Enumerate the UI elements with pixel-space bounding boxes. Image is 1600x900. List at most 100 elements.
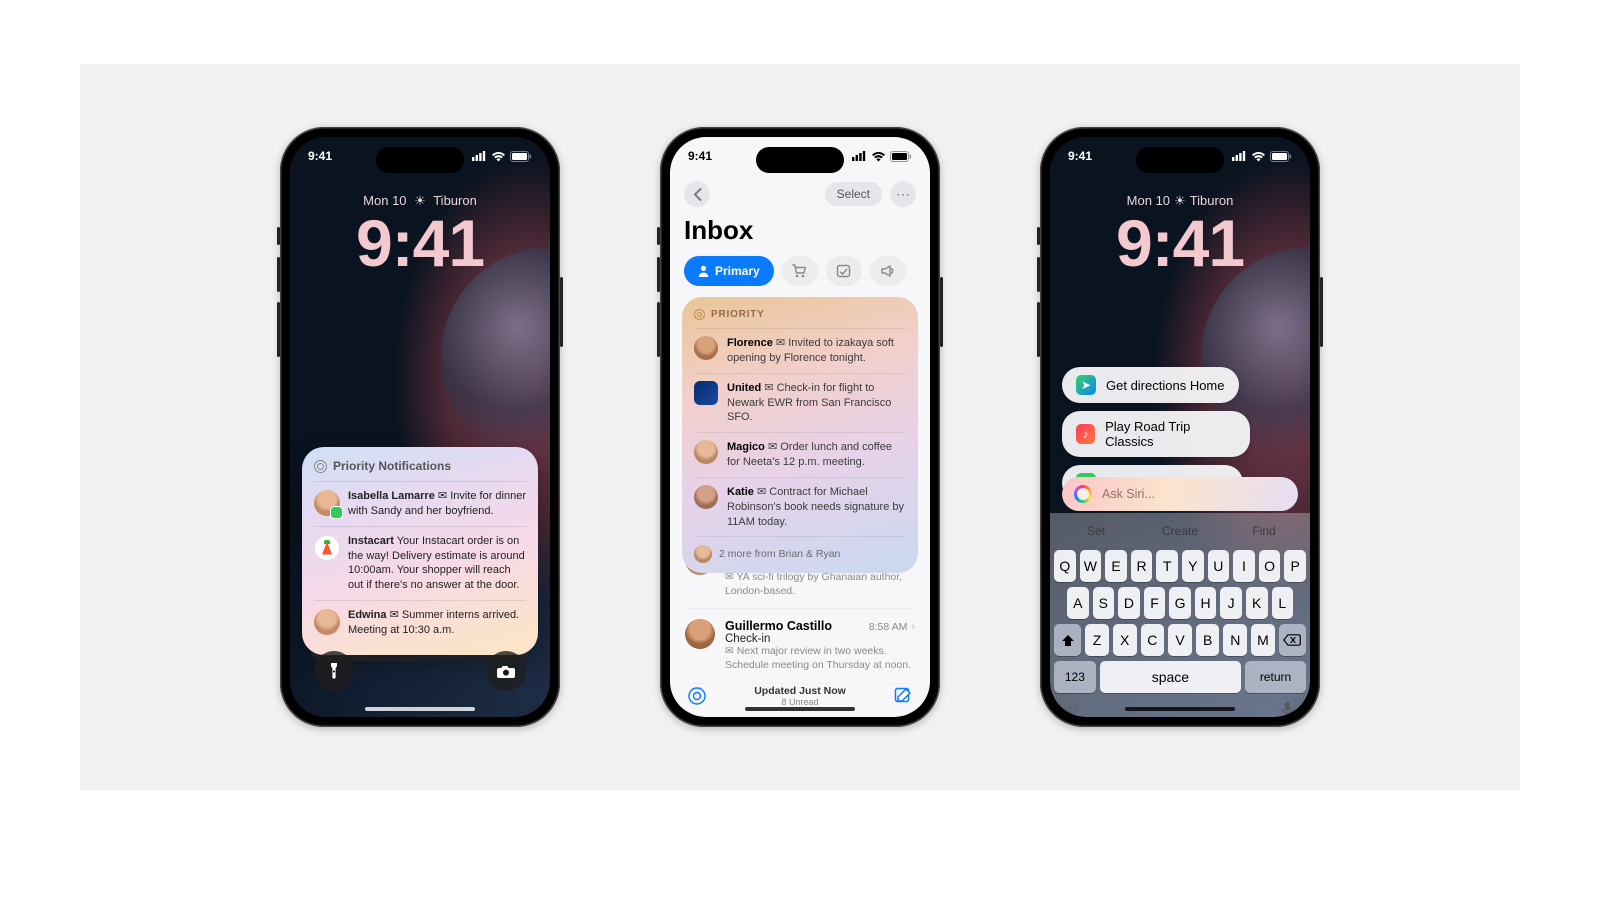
key-y[interactable]: Y: [1182, 550, 1204, 582]
kbd-suggestion[interactable]: Create: [1138, 517, 1222, 545]
tab-updates[interactable]: [826, 256, 862, 286]
avatar: [685, 619, 715, 649]
battery-icon: [510, 151, 532, 162]
key-n[interactable]: N: [1223, 624, 1247, 656]
avatar: [314, 609, 340, 635]
key-o[interactable]: O: [1259, 550, 1281, 582]
wifi-icon: [1251, 151, 1266, 162]
more-button[interactable]: ⋯: [890, 181, 916, 207]
key-f[interactable]: F: [1144, 587, 1166, 619]
home-indicator[interactable]: [1125, 707, 1235, 711]
key-u[interactable]: U: [1208, 550, 1230, 582]
priority-mail-row[interactable]: Florence ✉︎ Invited to izakaya soft open…: [694, 328, 906, 373]
priority-mail-row[interactable]: Magico ✉︎ Order lunch and coffee for Nee…: [694, 432, 906, 477]
chevron-right-icon: ›: [911, 621, 915, 633]
key-s[interactable]: S: [1093, 587, 1115, 619]
avatar: [694, 336, 718, 360]
dictation-button[interactable]: [1276, 699, 1298, 717]
camera-button[interactable]: [486, 651, 526, 691]
status-time: 9:41: [688, 149, 756, 163]
key-shift[interactable]: [1054, 624, 1081, 656]
flashlight-button[interactable]: [314, 651, 354, 691]
avatar: [694, 440, 718, 464]
key-delete[interactable]: [1279, 624, 1306, 656]
key-c[interactable]: C: [1141, 624, 1165, 656]
status-time: 9:41: [1068, 149, 1136, 163]
priority-icon: [694, 309, 705, 320]
key-l[interactable]: L: [1272, 587, 1294, 619]
updated-status: Updated Just Now: [708, 685, 892, 697]
key-w[interactable]: W: [1080, 550, 1102, 582]
priority-icon: [314, 460, 327, 473]
key-r[interactable]: R: [1131, 550, 1153, 582]
dynamic-island[interactable]: [1136, 147, 1224, 173]
key-j[interactable]: J: [1220, 587, 1242, 619]
siri-input[interactable]: Ask Siri...: [1062, 477, 1298, 511]
home-indicator[interactable]: [365, 707, 475, 711]
key-z[interactable]: Z: [1085, 624, 1109, 656]
intelligence-button[interactable]: [686, 685, 708, 707]
dynamic-island[interactable]: [756, 147, 844, 173]
tab-shopping[interactable]: [782, 256, 818, 286]
avatar: [694, 485, 718, 509]
maps-icon: ➤: [1076, 375, 1096, 395]
key-k[interactable]: K: [1246, 587, 1268, 619]
key-p[interactable]: P: [1284, 550, 1306, 582]
page-title: Inbox: [684, 215, 916, 246]
key-a[interactable]: A: [1067, 587, 1089, 619]
key-m[interactable]: M: [1251, 624, 1275, 656]
wifi-icon: [491, 151, 506, 162]
key-e[interactable]: E: [1105, 550, 1127, 582]
notification-row[interactable]: Edwina ✉︎ Summer interns arrived. Meetin…: [314, 600, 526, 645]
key-space[interactable]: space: [1100, 661, 1241, 693]
notification-row[interactable]: Isabella Lamarre ✉︎ Invite for dinner wi…: [314, 481, 526, 526]
battery-icon: [890, 151, 912, 162]
key-x[interactable]: X: [1113, 624, 1137, 656]
phone-lockscreen-notifications: 9:41 Mon 10 ☀︎ Tiburon 9:41 Priority Not…: [280, 127, 560, 727]
wifi-icon: [871, 151, 886, 162]
mail-row[interactable]: Guillermo Castillo8:58 AM› Check-in ✉︎ N…: [684, 609, 916, 683]
priority-inbox-card[interactable]: PRIORITY Florence ✉︎ Invited to izakaya …: [682, 297, 918, 573]
kbd-suggestion[interactable]: Set: [1054, 517, 1138, 545]
priority-label: PRIORITY: [694, 309, 906, 320]
home-indicator[interactable]: [745, 707, 855, 711]
key-g[interactable]: G: [1169, 587, 1191, 619]
siri-suggestion[interactable]: ➤Get directions Home: [1062, 367, 1239, 403]
priority-notifications-card[interactable]: Priority Notifications Isabella Lamarre …: [302, 447, 538, 655]
key-d[interactable]: D: [1118, 587, 1140, 619]
unread-count: 8 Unread: [708, 697, 892, 707]
keyboard: Set Create Find QWERTYUIOP ASDFGHJKL ZXC…: [1050, 513, 1310, 717]
key-i[interactable]: I: [1233, 550, 1255, 582]
tab-promotions[interactable]: [870, 256, 906, 286]
siri-orb-icon: [1074, 485, 1092, 503]
siri-suggestion[interactable]: ♪Play Road Trip Classics: [1062, 411, 1250, 457]
priority-mail-row[interactable]: Katie ✉︎ Contract for Michael Robinson's…: [694, 477, 906, 537]
messages-badge-icon: [330, 506, 343, 519]
key-123[interactable]: 123: [1054, 661, 1096, 693]
back-button[interactable]: [684, 181, 710, 207]
avatar: [694, 545, 712, 563]
tab-primary[interactable]: Primary: [684, 256, 774, 286]
mail-toolbar: Updated Just Now8 Unread: [670, 679, 930, 707]
kbd-suggestion[interactable]: Find: [1222, 517, 1306, 545]
key-return[interactable]: return: [1245, 661, 1306, 693]
compose-button[interactable]: [892, 685, 914, 707]
phone-siri-typing: 9:41 Mon 10☀︎Tiburon 9:41 ➤Get direction…: [1040, 127, 1320, 727]
key-v[interactable]: V: [1168, 624, 1192, 656]
notification-row[interactable]: Instacart Your Instacart order is on the…: [314, 526, 526, 600]
key-b[interactable]: B: [1196, 624, 1220, 656]
keyboard-suggestions: Set Create Find: [1054, 517, 1306, 545]
lock-clock: 9:41: [290, 205, 550, 281]
key-t[interactable]: T: [1156, 550, 1178, 582]
avatar: [314, 490, 340, 516]
lock-clock: 9:41: [1050, 205, 1310, 281]
key-q[interactable]: Q: [1054, 550, 1076, 582]
priority-mail-row[interactable]: United ✉︎ Check-in for flight to Newark …: [694, 373, 906, 433]
emoji-button[interactable]: ☺: [1062, 699, 1084, 717]
cellular-icon: [852, 151, 867, 161]
marketing-stage: 9:41 Mon 10 ☀︎ Tiburon 9:41 Priority Not…: [80, 64, 1520, 790]
select-button[interactable]: Select: [825, 182, 882, 206]
key-h[interactable]: H: [1195, 587, 1217, 619]
dynamic-island[interactable]: [376, 147, 464, 173]
priority-more[interactable]: 2 more from Brian & Ryan: [694, 536, 906, 563]
